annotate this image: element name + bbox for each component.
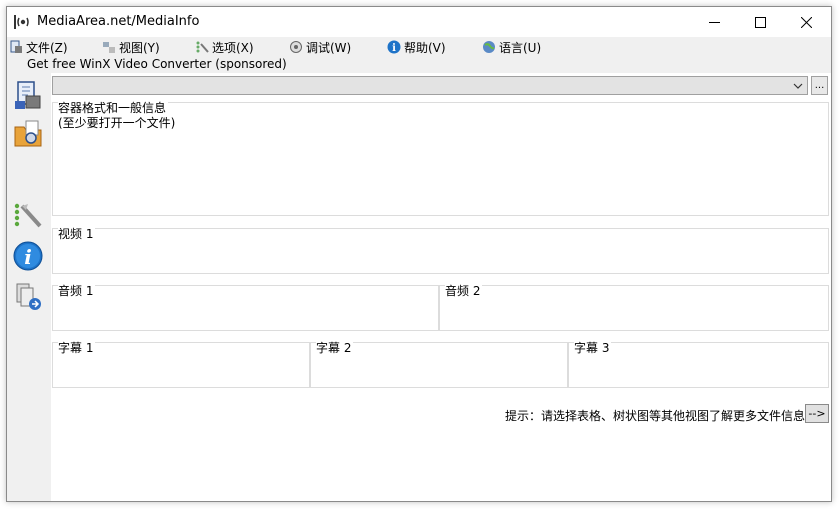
debug-icon bbox=[290, 41, 302, 53]
maximize-icon bbox=[754, 16, 766, 28]
menu-debug[interactable]: 调试(W) bbox=[289, 39, 351, 55]
hint-text: 提示：请选择表格、树状图等其他视图了解更多文件信息 bbox=[504, 409, 805, 423]
text-section-2: 字幕 2 bbox=[310, 341, 568, 388]
menu-view-label: 视图(Y) bbox=[119, 40, 160, 55]
minimize-button[interactable] bbox=[691, 7, 737, 37]
text-section-3: 字幕 3 bbox=[568, 341, 829, 388]
svg-text:i: i bbox=[24, 245, 32, 269]
svg-text:i: i bbox=[392, 43, 396, 54]
hint-next-button[interactable]: --> bbox=[805, 404, 829, 423]
minimize-icon bbox=[708, 21, 720, 23]
main-panel: ... 容器格式和一般信息 (至少要打开一个文件) 视频 1 音频 1 音频 2… bbox=[51, 73, 831, 501]
window-title: MediaArea.net/MediaInfo bbox=[37, 14, 200, 29]
maximize-button[interactable] bbox=[737, 7, 783, 37]
export-button[interactable] bbox=[11, 279, 45, 313]
menu-language[interactable]: 语言(U) bbox=[482, 39, 541, 55]
open-file-icon bbox=[15, 81, 41, 109]
about-button[interactable]: i bbox=[11, 239, 45, 273]
menu-view[interactable]: 视图(Y) bbox=[102, 39, 160, 55]
chevron-down-icon bbox=[793, 83, 803, 89]
open-file-button[interactable] bbox=[11, 78, 45, 112]
language-icon bbox=[483, 41, 495, 53]
general-section-text: (至少要打开一个文件) bbox=[58, 116, 176, 130]
video-section-1: 视频 1 bbox=[52, 227, 829, 274]
open-folder-icon bbox=[14, 120, 42, 147]
video-section-1-title: 视频 1 bbox=[58, 227, 96, 241]
open-folder-button[interactable] bbox=[11, 117, 45, 151]
text-section-1: 字幕 1 bbox=[52, 341, 310, 388]
menu-bar: 文件(Z) 视图(Y) 选项(X) 调试(W) i 帮助(V) 语言(U) bbox=[7, 37, 831, 57]
close-icon bbox=[800, 16, 812, 28]
audio-section-2-title: 音频 2 bbox=[445, 284, 483, 298]
menu-options[interactable]: 选项(X) bbox=[195, 39, 254, 55]
app-logo-icon bbox=[14, 15, 29, 29]
help-icon: i bbox=[387, 40, 401, 54]
menu-debug-label: 调试(W) bbox=[306, 40, 352, 55]
browse-button[interactable]: ... bbox=[811, 76, 828, 95]
file-icon bbox=[10, 40, 22, 53]
file-selector-combo[interactable] bbox=[52, 76, 808, 95]
view-icon bbox=[103, 42, 115, 53]
menu-language-label: 语言(U) bbox=[499, 40, 542, 55]
menu-help-label: 帮助(V) bbox=[404, 40, 446, 55]
text-section-3-title: 字幕 3 bbox=[574, 341, 612, 355]
audio-section-2: 音频 2 bbox=[439, 284, 829, 331]
mediainfo-window: MediaArea.net/MediaInfo 文件(Z) 视图(Y) 选项(X… bbox=[6, 6, 832, 502]
general-section: 容器格式和一般信息 (至少要打开一个文件) bbox=[52, 101, 829, 216]
menu-help[interactable]: i 帮助(V) bbox=[387, 39, 446, 55]
tree-view-button[interactable] bbox=[11, 199, 45, 233]
export-icon bbox=[16, 283, 41, 310]
title-bar[interactable]: MediaArea.net/MediaInfo bbox=[7, 7, 831, 37]
menu-file[interactable]: 文件(Z) bbox=[9, 39, 68, 55]
text-section-2-title: 字幕 2 bbox=[316, 341, 354, 355]
text-section-1-title: 字幕 1 bbox=[58, 341, 96, 355]
options-icon bbox=[196, 41, 209, 53]
audio-section-1: 音频 1 bbox=[52, 284, 439, 331]
sponsor-link[interactable]: Get free WinX Video Converter (sponsored… bbox=[27, 57, 287, 71]
general-section-title: 容器格式和一般信息 bbox=[58, 101, 169, 115]
tree-view-icon bbox=[14, 203, 42, 228]
close-button[interactable] bbox=[783, 7, 829, 37]
menu-file-label: 文件(Z) bbox=[26, 40, 68, 55]
menu-options-label: 选项(X) bbox=[212, 40, 254, 55]
sidebar-toolbar: i bbox=[7, 73, 51, 501]
audio-section-1-title: 音频 1 bbox=[58, 284, 96, 298]
info-icon: i bbox=[13, 241, 43, 271]
